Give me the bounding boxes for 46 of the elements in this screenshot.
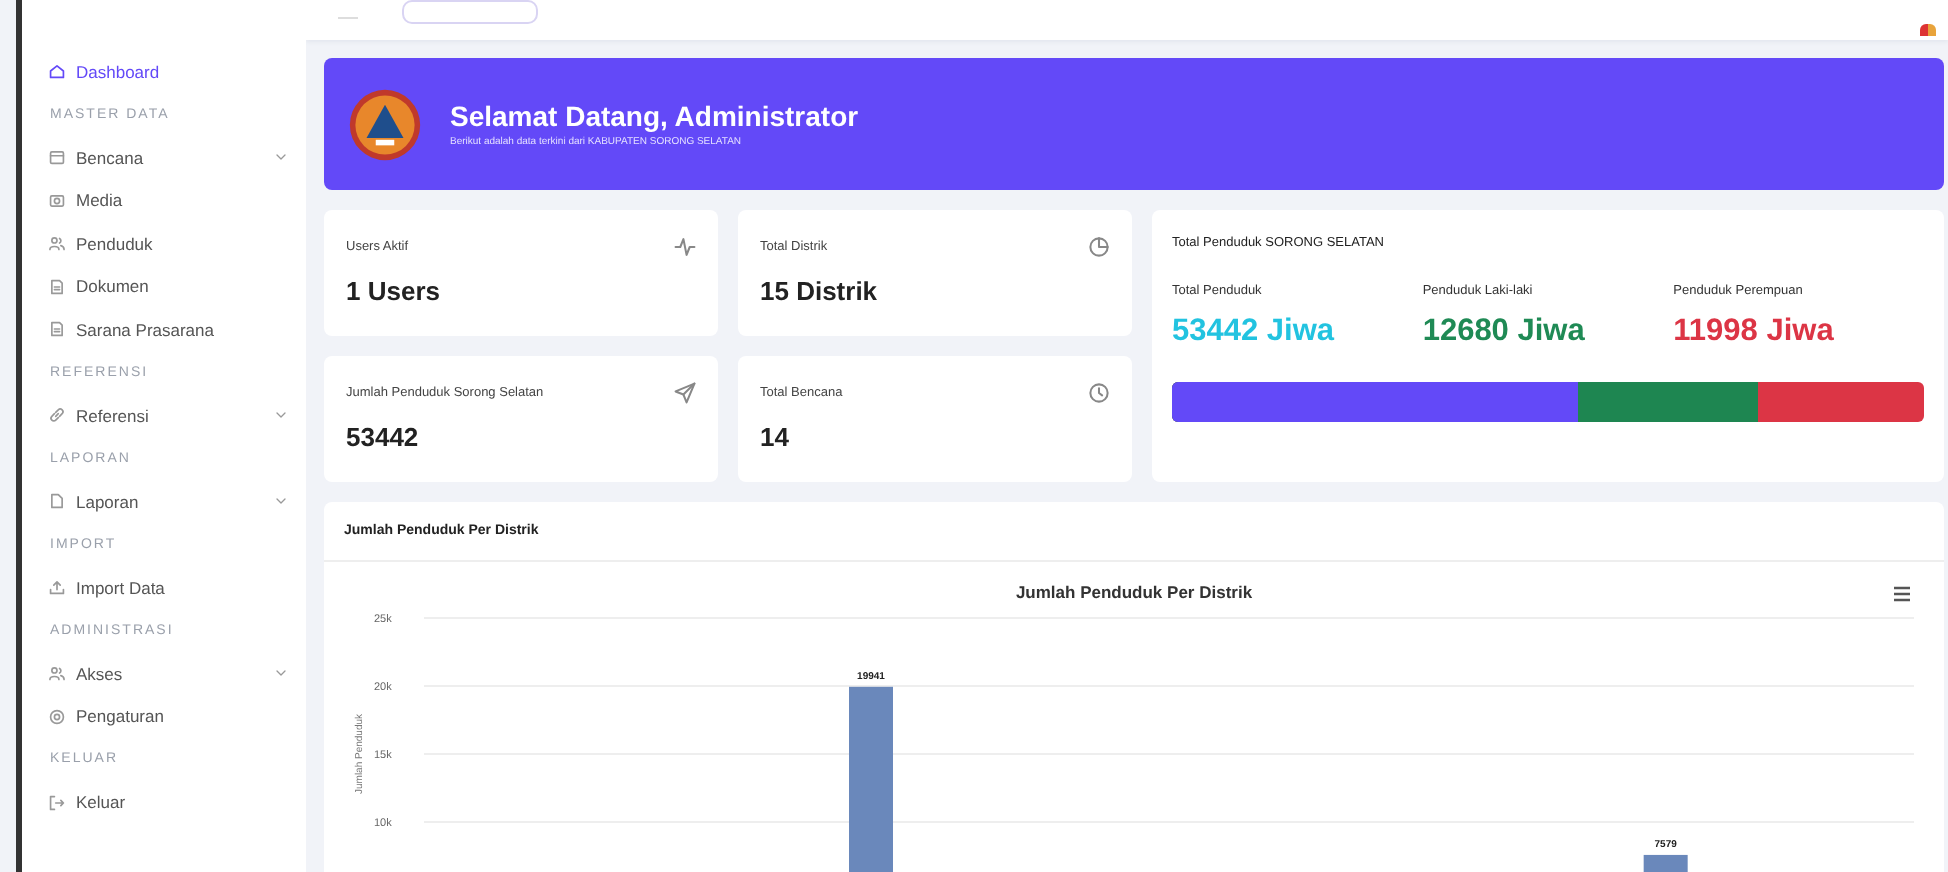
population-value: 11998 Jiwa <box>1673 314 1836 350</box>
chevron-down-icon <box>274 408 288 423</box>
sidebar-item[interactable]: Sarana Prasarana <box>22 308 306 351</box>
image-icon <box>48 191 66 210</box>
population-value: 53442 Jiwa <box>1172 314 1337 350</box>
send-icon <box>674 382 696 404</box>
upload-icon <box>48 578 66 597</box>
stat-value: 14 <box>760 422 791 452</box>
clock-icon <box>1088 382 1110 404</box>
welcome-title: Selamat Datang, Administrator <box>450 100 859 132</box>
sidebar-item[interactable]: Dokumen <box>22 265 306 308</box>
stat-value: 1 Users <box>346 276 442 306</box>
gear-icon <box>48 707 66 726</box>
activity-icon <box>674 236 696 258</box>
logo-icon <box>348 87 422 161</box>
link-icon <box>48 406 66 425</box>
pie-chart-icon <box>1088 236 1110 258</box>
users-icon <box>48 664 66 683</box>
chart-title: Jumlah Penduduk Per Distrik <box>1015 582 1253 602</box>
sidebar-item[interactable]: Dashboard <box>22 50 306 93</box>
home-icon <box>48 62 66 81</box>
sidebar-item[interactable]: Keluar <box>22 781 306 824</box>
chevron-down-icon <box>274 666 288 681</box>
chevron-down-icon <box>274 494 288 509</box>
sidebar-item[interactable]: Import Data <box>22 566 306 609</box>
logout-icon <box>48 793 66 812</box>
file-icon <box>48 492 66 511</box>
sidebar-item[interactable]: Pengaturan <box>22 695 306 738</box>
sidebar-item[interactable]: Akses <box>22 652 306 695</box>
avatar-icon[interactable] <box>1920 24 1936 36</box>
sidebar-item[interactable]: Laporan <box>22 480 306 523</box>
sidebar-item[interactable]: Bencana <box>22 136 306 179</box>
sidebar-item[interactable]: Media <box>22 179 306 222</box>
stat-value: 53442 <box>346 422 421 452</box>
bar <box>1643 854 1688 872</box>
sidebar-item[interactable]: Referensi <box>22 394 306 437</box>
sidebar-item[interactable]: Penduduk <box>22 222 306 265</box>
stat-value: 15 Distrik <box>760 276 880 306</box>
document-icon <box>48 320 66 339</box>
population-value: 12680 Jiwa <box>1422 314 1587 350</box>
users-icon <box>48 234 66 253</box>
calendar-icon <box>48 148 66 167</box>
chart-menu-icon[interactable] <box>1892 586 1912 602</box>
chevron-down-icon <box>274 150 288 165</box>
search-field[interactable] <box>402 0 538 24</box>
document-icon <box>48 277 66 296</box>
